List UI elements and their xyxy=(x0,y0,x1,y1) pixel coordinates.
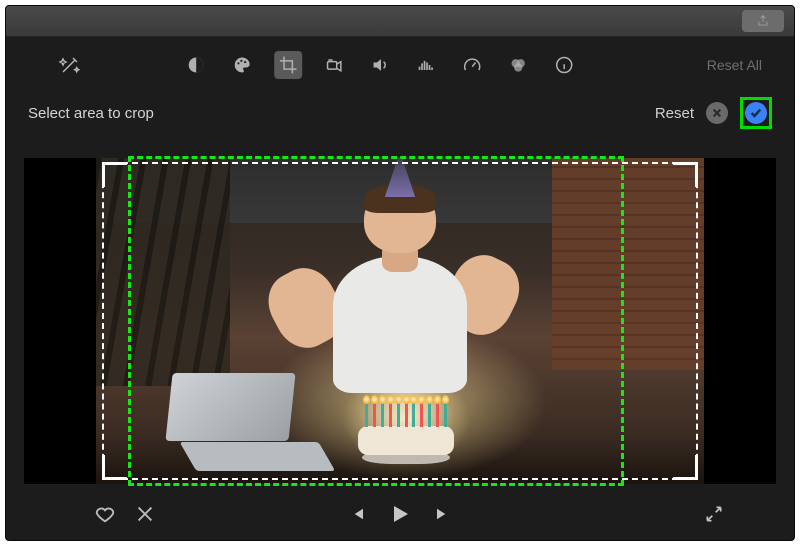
crop-action-bar: Select area to crop Reset xyxy=(6,93,794,139)
auto-enhance-button[interactable] xyxy=(58,53,82,77)
video-frame xyxy=(96,158,704,484)
reset-all-button[interactable]: Reset All xyxy=(707,57,762,73)
video-preview[interactable] xyxy=(24,158,776,484)
speed-button[interactable] xyxy=(458,51,486,79)
stabilization-button[interactable] xyxy=(320,51,348,79)
x-icon xyxy=(134,503,156,525)
skip-forward-icon xyxy=(434,505,452,523)
favorite-button[interactable] xyxy=(94,503,116,530)
adjustments-toolbar: Reset All xyxy=(6,37,794,93)
editor-window: Reset All Select area to crop Reset xyxy=(5,5,795,541)
crop-reset-button[interactable]: Reset xyxy=(655,105,694,122)
share-icon xyxy=(756,14,770,28)
tool-icons xyxy=(182,51,578,79)
magic-wand-icon xyxy=(58,53,82,77)
volume-button[interactable] xyxy=(366,51,394,79)
checkmark-icon xyxy=(750,107,762,119)
contrast-icon xyxy=(186,55,206,75)
noise-reduction-button[interactable] xyxy=(412,51,440,79)
previous-frame-button[interactable] xyxy=(348,505,366,528)
play-icon xyxy=(388,502,412,526)
play-button[interactable] xyxy=(388,502,412,531)
color-balance-button[interactable] xyxy=(182,51,210,79)
equalizer-icon xyxy=(416,55,436,75)
crop-button[interactable] xyxy=(274,51,302,79)
playback-bar xyxy=(6,492,794,540)
palette-icon xyxy=(232,55,252,75)
color-correction-button[interactable] xyxy=(228,51,256,79)
overlap-circles-icon xyxy=(508,55,528,75)
skip-back-icon xyxy=(348,505,366,523)
fullscreen-button[interactable] xyxy=(704,504,724,529)
heart-icon xyxy=(94,503,116,525)
expand-icon xyxy=(704,504,724,524)
title-bar xyxy=(6,6,794,37)
info-button[interactable] xyxy=(550,51,578,79)
reject-button[interactable] xyxy=(134,503,156,530)
crop-icon xyxy=(278,55,298,75)
camera-icon xyxy=(324,55,344,75)
crop-cancel-button[interactable] xyxy=(706,102,728,124)
speedometer-icon xyxy=(462,55,482,75)
next-frame-button[interactable] xyxy=(434,505,452,528)
speaker-icon xyxy=(370,55,390,75)
apply-highlight xyxy=(740,97,772,129)
crop-apply-button[interactable] xyxy=(745,102,767,124)
filter-button[interactable] xyxy=(504,51,532,79)
info-icon xyxy=(554,55,574,75)
x-icon xyxy=(712,108,722,118)
crop-prompt-label: Select area to crop xyxy=(28,105,154,122)
share-button[interactable] xyxy=(742,10,784,32)
